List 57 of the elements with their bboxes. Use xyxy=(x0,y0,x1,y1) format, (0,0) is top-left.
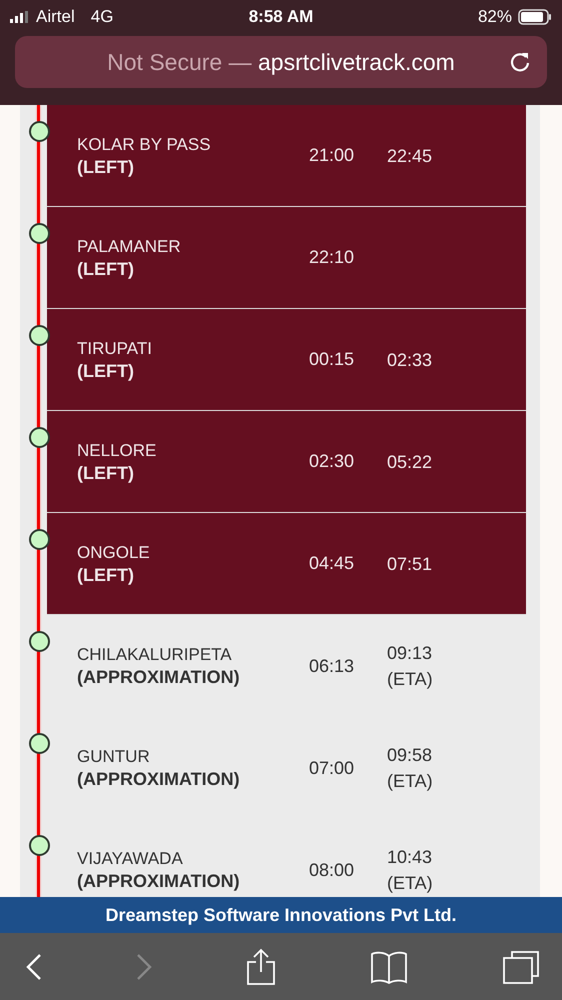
arrival-time: 04:45 xyxy=(309,553,356,574)
arrival-time: 08:00 xyxy=(309,860,356,880)
stop-name: CHILAKALURIPETA xyxy=(77,644,233,666)
departure-time: 02:33 xyxy=(387,348,432,372)
share-icon[interactable] xyxy=(246,948,276,986)
stop-dot xyxy=(29,631,50,652)
eta-label: (ETA) xyxy=(387,668,433,691)
departure-time: 09:13 xyxy=(387,642,433,665)
stop-name: KOLAR BY PASS xyxy=(77,134,212,156)
stop-status: (APPROXIMATION) xyxy=(77,870,241,892)
stop-status: (LEFT) xyxy=(77,564,135,586)
carrier-name: Airtel xyxy=(36,7,75,27)
clock-time: 8:58 AM xyxy=(248,7,314,27)
arrival-time: 00:15 xyxy=(309,349,356,370)
stop-name: ONGOLE xyxy=(77,542,151,564)
stop-name: VIJAYAWADA xyxy=(77,848,184,870)
signal-icon xyxy=(10,11,30,23)
network-type: 4G xyxy=(90,7,114,27)
arrival-time: 07:00 xyxy=(309,758,356,778)
stop-dot xyxy=(29,325,50,346)
stop-dot xyxy=(29,121,50,142)
back-icon[interactable] xyxy=(26,952,42,980)
stop-status: (LEFT) xyxy=(77,258,135,280)
stop-dot xyxy=(29,733,50,754)
stop-status: (APPROXIMATION) xyxy=(77,666,241,688)
stop-dot xyxy=(29,529,50,550)
security-label: Not Secure — xyxy=(107,48,252,74)
arrival-time: 02:30 xyxy=(309,451,356,472)
arrival-time: 22:10 xyxy=(309,247,356,268)
stop-status: (LEFT) xyxy=(77,156,135,178)
arrival-time: 06:13 xyxy=(309,656,356,676)
stop-name: TIRUPATI xyxy=(77,338,153,360)
departure-time: 05:22 xyxy=(387,450,432,474)
company-name: Dreamstep Software Innovations Pvt Ltd. xyxy=(105,904,457,926)
battery-percent: 82% xyxy=(478,7,512,27)
stop-dot xyxy=(29,427,50,448)
battery-icon xyxy=(518,9,552,25)
departure-time: 10:43 xyxy=(387,846,433,869)
departure-time: 22:45 xyxy=(387,144,432,168)
stop-status: (APPROXIMATION) xyxy=(77,768,241,790)
stop-status: (LEFT) xyxy=(77,360,135,382)
tabs-icon[interactable] xyxy=(502,950,540,984)
book-icon[interactable] xyxy=(370,950,408,984)
stop-dot xyxy=(29,835,50,856)
stop-name: PALAMANER xyxy=(77,236,182,258)
eta-label: (ETA) xyxy=(387,770,433,793)
stop-status: (LEFT) xyxy=(77,462,135,484)
domain-text: apsrtclivetrack.com xyxy=(258,48,455,74)
stop-dot xyxy=(29,223,50,244)
stop-name: NELLORE xyxy=(77,440,158,462)
departure-time: 09:58 xyxy=(387,744,433,767)
address-bar[interactable]: Not Secure — apsrtclivetrack.com xyxy=(15,36,547,88)
eta-label: (ETA) xyxy=(387,872,433,895)
arrival-time: 21:00 xyxy=(309,145,356,166)
departure-time: 07:51 xyxy=(387,552,432,576)
stop-name: GUNTUR xyxy=(77,746,151,768)
reload-icon[interactable] xyxy=(509,51,531,73)
